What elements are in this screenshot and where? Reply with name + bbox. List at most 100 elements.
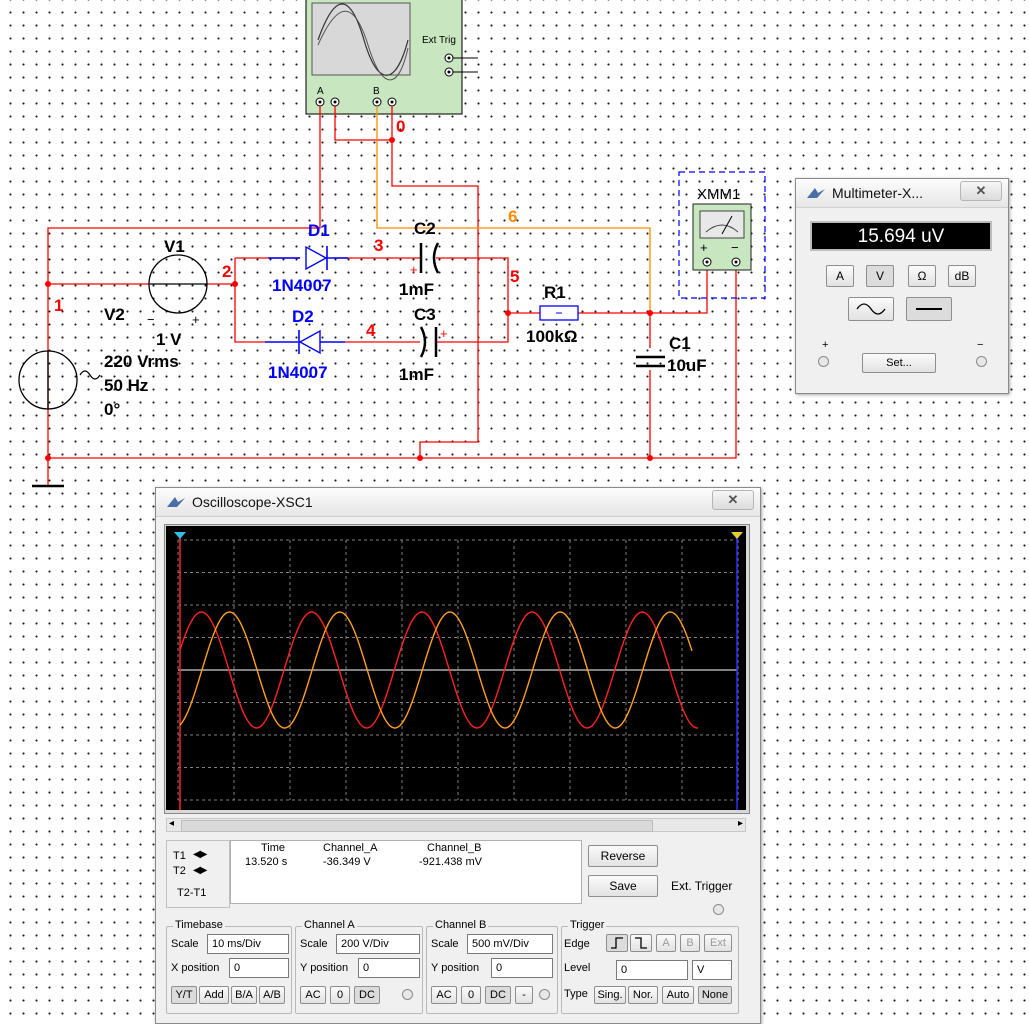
- channel-b-title: Channel B: [433, 919, 489, 931]
- timebase-scale-field[interactable]: 10 ms/Div: [207, 934, 289, 954]
- trigger-normal-button[interactable]: Nor.: [628, 986, 658, 1004]
- xmm1-plus: +: [700, 240, 708, 255]
- oscilloscope-titlebar[interactable]: Oscilloscope-XSC1 ✕: [156, 488, 760, 517]
- cell-time: 13.520 s: [245, 856, 288, 868]
- oscilloscope-symbol[interactable]: Ext Trig A B: [305, 0, 478, 115]
- reverse-button[interactable]: Reverse: [588, 845, 658, 867]
- trigger-level-field[interactable]: 0: [616, 960, 688, 980]
- trigger-title: Trigger: [568, 919, 607, 931]
- trigger-source-a-button[interactable]: A: [656, 934, 676, 952]
- c3-value: 1mF: [399, 365, 434, 384]
- xmm1-ref: XMM1: [697, 186, 740, 203]
- multimeter-title: Multimeter-X...: [832, 185, 924, 201]
- cursor-controls: T1 T2 T2-T1 ◀▶ ◀▶: [166, 840, 230, 908]
- channel-b-terminal[interactable]: [539, 989, 550, 1000]
- d1-ref: D1: [308, 221, 330, 240]
- mode-ohmmeter-button[interactable]: Ω: [908, 265, 936, 287]
- oscilloscope-close-button[interactable]: ✕: [712, 490, 754, 510]
- node-label-5: 5: [510, 267, 519, 286]
- save-button[interactable]: Save: [588, 875, 658, 897]
- scroll-thumb[interactable]: [181, 820, 653, 832]
- cursor-readout-table: Time Channel_A Channel_B 13.520 s -36.34…: [230, 840, 582, 904]
- dc-mode-button[interactable]: [906, 297, 952, 321]
- v1-source[interactable]: V1 1 V + −: [147, 237, 208, 349]
- channel-a-ac-button[interactable]: AC: [300, 986, 326, 1004]
- trigger-level-unit[interactable]: V: [692, 960, 732, 980]
- ext-trigger-label: Ext. Trigger: [671, 879, 733, 893]
- c2-capacitor[interactable]: + C2 1mF: [399, 219, 440, 299]
- cursor-t2-label: T2: [173, 865, 186, 877]
- mode-yt-button[interactable]: Y/T: [171, 986, 197, 1004]
- t1-move-arrows-icon[interactable]: ◀▶: [193, 849, 207, 860]
- xmm1-symbol[interactable]: XMM1 + −: [678, 171, 766, 299]
- channel-a-terminal[interactable]: [402, 989, 413, 1000]
- cell-channel-a: -36.349 V: [323, 856, 371, 868]
- channel-b-invert-button[interactable]: -: [515, 986, 533, 1004]
- multimeter-set-button[interactable]: Set...: [862, 353, 936, 373]
- channel-b-ac-button[interactable]: AC: [431, 986, 457, 1004]
- channel-a-group: Channel A Scale 200 V/Div Y position 0 A…: [295, 919, 423, 1014]
- scope-screen[interactable]: [166, 526, 746, 810]
- scope-horizontal-scrollbar[interactable]: ◂ ▸: [166, 818, 746, 832]
- r1-value: 100kΩ: [526, 327, 577, 346]
- c3-ref: C3: [414, 305, 436, 324]
- multimeter-minus-terminal[interactable]: [976, 356, 987, 367]
- d2-model: 1N4007: [268, 363, 328, 382]
- mode-ab-button[interactable]: A/B: [259, 986, 285, 1004]
- mode-ba-button[interactable]: B/A: [231, 986, 257, 1004]
- falling-edge-icon: [635, 937, 647, 949]
- timebase-xpos-field[interactable]: 0: [229, 958, 289, 978]
- channel-a-zero-button[interactable]: 0: [330, 986, 350, 1004]
- trigger-single-button[interactable]: Sing.: [594, 986, 626, 1004]
- col-header-channel-b: Channel_B: [427, 842, 482, 854]
- t2-move-arrows-icon[interactable]: ◀▶: [193, 865, 207, 876]
- d1-diode[interactable]: D1 1N4007: [268, 221, 348, 295]
- trigger-none-button[interactable]: None: [698, 986, 732, 1004]
- trigger-edge-label: Edge: [564, 938, 590, 950]
- v2-phase: 0°: [104, 400, 120, 419]
- v2-source[interactable]: V2 220 Vrms 50 Hz 0°: [18, 305, 179, 419]
- c3-capacitor[interactable]: + C3 1mF: [399, 305, 448, 384]
- scroll-right-icon[interactable]: ▸: [738, 818, 743, 829]
- channel-a-scale-label: Scale: [300, 938, 328, 950]
- mode-ammeter-button[interactable]: A: [826, 265, 854, 287]
- multisim-app-icon: [167, 497, 185, 507]
- oscilloscope-window[interactable]: Oscilloscope-XSC1 ✕ ◂ ▸ T1 T2 T2-T1 ◀▶ ◀…: [155, 487, 761, 1024]
- d2-ref: D2: [292, 307, 314, 326]
- channel-a-dc-button[interactable]: DC: [354, 986, 380, 1004]
- channel-a-scale-field[interactable]: 200 V/Div: [336, 934, 420, 954]
- c2-ref: C2: [414, 219, 436, 238]
- node-label-2: 2: [222, 262, 231, 281]
- channel-b-scale-field[interactable]: 500 mV/Div: [467, 934, 553, 954]
- channel-b-ypos-field[interactable]: 0: [491, 958, 553, 978]
- trigger-auto-button[interactable]: Auto: [662, 986, 694, 1004]
- trigger-source-b-button[interactable]: B: [680, 934, 700, 952]
- multimeter-window[interactable]: Multimeter-X... ✕ 15.694 uV A V Ω dB + −…: [795, 178, 1009, 394]
- oscilloscope-title: Oscilloscope-XSC1: [192, 494, 313, 510]
- trigger-type-label: Type: [564, 988, 588, 1000]
- multimeter-plus-terminal[interactable]: [818, 356, 829, 367]
- v1-value: 1 V: [156, 330, 182, 349]
- r1-resistor[interactable]: R1 100kΩ: [526, 283, 579, 346]
- falling-edge-button[interactable]: [630, 934, 652, 952]
- timebase-scale-label: Scale: [171, 938, 199, 950]
- multimeter-close-button[interactable]: ✕: [960, 181, 1002, 201]
- channel-b-scale-label: Scale: [431, 938, 459, 950]
- mode-db-button[interactable]: dB: [948, 265, 976, 287]
- mode-voltmeter-button[interactable]: V: [866, 265, 894, 287]
- ac-mode-button[interactable]: [848, 297, 894, 321]
- mode-add-button[interactable]: Add: [199, 986, 229, 1004]
- scope-ext-trig-label: Ext Trig: [422, 35, 456, 46]
- node-label-3: 3: [374, 236, 383, 255]
- channel-a-ypos-field[interactable]: 0: [358, 958, 420, 978]
- trigger-source-ext-button[interactable]: Ext: [704, 934, 732, 952]
- multimeter-titlebar[interactable]: Multimeter-X... ✕: [796, 179, 1008, 208]
- channel-b-dc-button[interactable]: DC: [485, 986, 511, 1004]
- rising-edge-button[interactable]: [606, 934, 628, 952]
- c1-capacitor[interactable]: C1 10uF: [636, 334, 707, 375]
- scroll-left-icon[interactable]: ◂: [169, 818, 174, 829]
- channel-b-zero-button[interactable]: 0: [461, 986, 481, 1004]
- ext-trigger-terminal[interactable]: [713, 904, 724, 915]
- sine-wave-icon: [856, 303, 886, 315]
- d2-diode[interactable]: D2 1N4007: [265, 307, 345, 382]
